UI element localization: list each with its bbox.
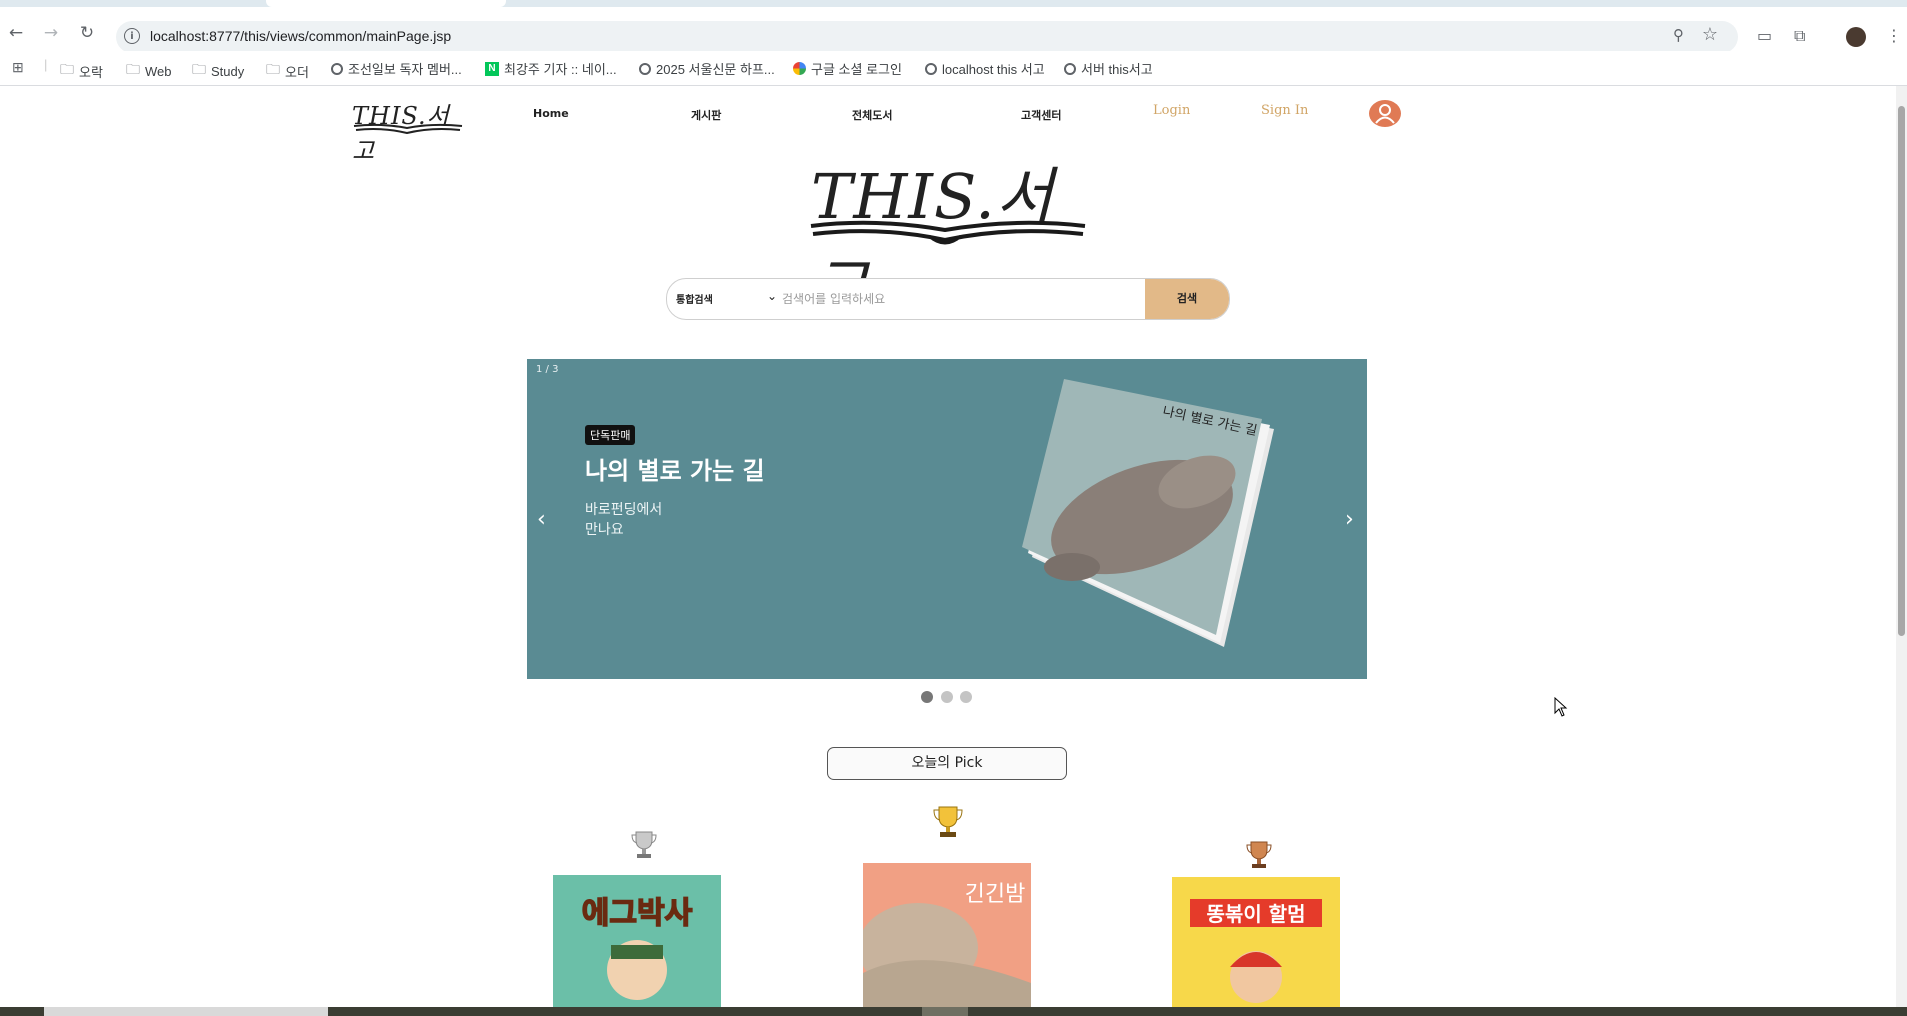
next-slide-icon[interactable]: ›	[1345, 507, 1354, 532]
bronze-trophy-icon	[1245, 840, 1273, 876]
carousel-dot[interactable]	[921, 691, 933, 703]
login-link[interactable]: Login	[1153, 103, 1190, 118]
bookmarks-bar: ⊞ | 🗀 오락 🗀 Web 🗀 Study 🗀 오더 조선일보 독자 멤버... N최…	[0, 51, 1907, 86]
globe-icon	[639, 62, 651, 75]
bookmark-label: 최강주 기자 :: 네이...	[504, 62, 617, 77]
silver-trophy-icon	[630, 830, 658, 866]
search-input[interactable]: 검색어를 입력하세요	[782, 290, 885, 307]
bookmark-item[interactable]: 🗀 오락	[60, 59, 103, 83]
bookmark-item[interactable]: 2025 서울신문 하프...	[639, 59, 775, 78]
bookmark-label: 2025 서울신문 하프...	[656, 62, 775, 77]
bookmark-label: 오락	[79, 64, 103, 80]
bookmark-item[interactable]: localhost this 서고	[925, 59, 1045, 78]
gold-trophy-icon	[932, 805, 964, 845]
address-url[interactable]: localhost:8777/this/views/common/mainPag…	[150, 28, 451, 44]
bookmark-star-icon[interactable]: ☆	[1702, 24, 1718, 45]
folder-icon: 🗀	[126, 61, 140, 77]
forward-icon[interactable]: →	[40, 22, 62, 44]
bookmark-label: Study	[211, 63, 245, 79]
signup-link[interactable]: Sign In	[1261, 103, 1308, 118]
bookmark-item[interactable]: 서버 this서고	[1064, 59, 1153, 78]
address-bar[interactable]: i localhost:8777/this/views/common/mainP…	[116, 21, 1738, 53]
bookmark-label: localhost this 서고	[942, 62, 1045, 77]
bookmark-item[interactable]: N 최강주 기자 :: 네이...	[485, 59, 617, 78]
taskbar-app[interactable]	[922, 1007, 968, 1016]
scrollbar-thumb[interactable]	[1898, 106, 1905, 636]
globe-icon	[925, 62, 937, 75]
search-category-select[interactable]: 통합검색	[676, 291, 713, 306]
nav-books[interactable]: 전체도서	[852, 107, 892, 123]
search-bar: 통합검색 ⌄ 검색어를 입력하세요 검색	[666, 278, 1230, 320]
chevron-down-icon[interactable]: ⌄	[767, 289, 777, 303]
user-icon[interactable]	[1369, 100, 1401, 127]
globe-icon	[1064, 62, 1076, 75]
globe-icon	[331, 62, 343, 75]
folder-icon: 🗀	[60, 61, 74, 77]
browser-tab-strip	[0, 0, 1907, 7]
mouse-cursor-icon	[1554, 697, 1568, 717]
todays-pick-heading: 오늘의 Pick	[827, 747, 1067, 780]
cover-title-2: 긴긴밤	[965, 882, 1026, 907]
slide-counter: 1 / 3	[536, 364, 559, 375]
banner-subtitle: 바로펀딩에서	[585, 502, 663, 518]
hero-logo: THIS.서고	[805, 140, 1095, 323]
bookmark-divider: |	[44, 57, 48, 72]
extensions-icon[interactable]: ⧉	[1794, 26, 1805, 46]
banner-title[interactable]: 나의 별로 가는 길	[585, 451, 765, 486]
book-icon	[353, 123, 463, 135]
browser-toolbar: ← → ↻ i localhost:8777/this/views/common…	[0, 7, 1907, 53]
folder-icon: 🗀	[266, 61, 280, 77]
book-cover-2[interactable]: 긴긴밤	[863, 863, 1031, 1007]
bookmark-label: Web	[145, 63, 172, 79]
banner-book-image[interactable]: 나의 별로 가는 길	[1012, 377, 1282, 667]
open-book-icon	[810, 220, 1086, 245]
site-info-icon[interactable]: i	[124, 28, 140, 44]
exclusive-badge: 단독판매	[585, 425, 636, 445]
bookmark-item[interactable]: 🗀 Study	[192, 59, 244, 83]
carousel-dot[interactable]	[960, 691, 972, 703]
menu-icon[interactable]: ⋮	[1886, 26, 1902, 45]
book-cover-3[interactable]: 똥볶이 할멈	[1172, 877, 1340, 1007]
cover-title-1: 에그박사	[582, 896, 693, 931]
naver-icon: N	[485, 61, 499, 76]
google-icon	[793, 62, 806, 75]
book-cover-1[interactable]: 에그박사	[553, 875, 721, 1007]
os-taskbar	[0, 1007, 1907, 1016]
nav-home[interactable]: Home	[533, 107, 569, 120]
tab-search-icon[interactable]: ▭	[1757, 26, 1772, 45]
bookmark-item[interactable]: 구글 소셜 로그인	[793, 59, 902, 78]
bookmark-item[interactable]: 🗀 Web	[126, 59, 172, 83]
cover-title-3: 똥볶이 할멈	[1207, 902, 1306, 926]
site-logo[interactable]: THIS.서고	[352, 96, 463, 165]
search-button[interactable]: 검색	[1145, 279, 1229, 319]
back-icon[interactable]: ←	[5, 22, 27, 44]
carousel-dot[interactable]	[941, 691, 953, 703]
bookmark-item[interactable]: 🗀 오더	[266, 59, 309, 83]
folder-icon: 🗀	[192, 61, 206, 77]
zoom-icon[interactable]: ⚲	[1673, 26, 1684, 44]
prev-slide-icon[interactable]: ‹	[537, 507, 546, 532]
taskbar-search[interactable]	[44, 1007, 328, 1016]
banner-subtitle: 만나요	[585, 522, 624, 538]
bookmark-label: 조선일보 독자 멤버...	[348, 62, 462, 77]
page-scrollbar[interactable]	[1896, 86, 1907, 1008]
bookmark-label: 구글 소셜 로그인	[811, 62, 902, 77]
profile-avatar[interactable]	[1846, 27, 1866, 47]
active-tab[interactable]	[266, 0, 506, 7]
nav-support[interactable]: 고객센터	[1021, 107, 1061, 123]
reload-icon[interactable]: ↻	[76, 22, 98, 44]
apps-icon[interactable]: ⊞	[12, 59, 24, 76]
bookmark-label: 서버 this서고	[1081, 62, 1153, 77]
bookmark-item[interactable]: 조선일보 독자 멤버...	[331, 59, 462, 78]
bookmark-label: 오더	[285, 64, 309, 80]
nav-board[interactable]: 게시판	[691, 107, 721, 123]
banner-carousel: 1 / 3 단독판매 나의 별로 가는 길 바로펀딩에서 만나요 ‹ › 나의 …	[527, 359, 1367, 679]
